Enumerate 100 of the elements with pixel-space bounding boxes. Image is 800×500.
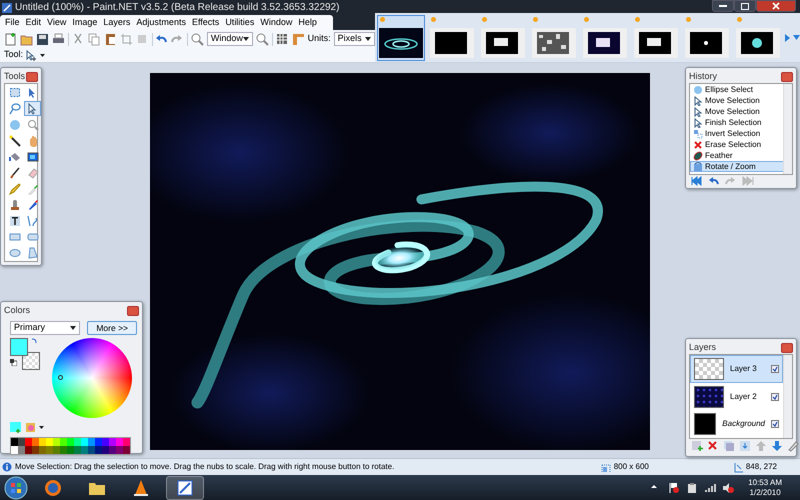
printer-button[interactable] xyxy=(52,32,65,46)
history-item[interactable]: Erase Selection xyxy=(690,139,786,150)
menu-item[interactable]: Help xyxy=(295,15,320,30)
palette-swatch[interactable] xyxy=(95,438,102,446)
clock-time[interactable]: 10:53 AM xyxy=(748,478,782,488)
palette-swatch[interactable] xyxy=(74,438,81,446)
image-thumbnail[interactable] xyxy=(479,14,527,60)
duplicate-layer-button[interactable] xyxy=(723,440,736,453)
menu-item[interactable]: Adjustments xyxy=(133,15,189,30)
layer-item[interactable]: Layer 3 xyxy=(690,355,783,383)
layer-item[interactable]: Layer 2 xyxy=(690,382,783,410)
image-thumbnail[interactable] xyxy=(734,14,782,60)
units-dropdown[interactable]: Pixels xyxy=(334,32,375,46)
palette-swatch[interactable] xyxy=(11,446,18,454)
palette-swatch[interactable] xyxy=(74,446,81,454)
palette-swatch[interactable] xyxy=(25,446,32,454)
palette-swatch[interactable] xyxy=(11,438,18,446)
merge-down-button[interactable] xyxy=(739,440,752,453)
speaker-muted-icon[interactable] xyxy=(722,482,734,494)
copy-button[interactable] xyxy=(88,32,101,46)
secondary-color-swatch[interactable] xyxy=(22,352,40,370)
palette-swatch[interactable] xyxy=(123,438,130,446)
palette-swatch[interactable] xyxy=(109,438,116,446)
palette-swatch[interactable] xyxy=(81,438,88,446)
menu-item[interactable]: View xyxy=(44,15,70,30)
palette-swatch[interactable] xyxy=(53,438,60,446)
close-button[interactable] xyxy=(756,0,796,12)
new-file-button[interactable] xyxy=(4,32,17,46)
palette-swatch[interactable] xyxy=(32,438,39,446)
grid-button[interactable] xyxy=(276,32,289,46)
swap-icon[interactable] xyxy=(31,338,37,344)
image-thumbnail[interactable] xyxy=(530,14,578,60)
menu-item[interactable]: Window xyxy=(257,15,296,30)
more-button[interactable]: More >> xyxy=(87,321,137,335)
history-item[interactable]: Rotate / Zoom xyxy=(690,161,786,172)
caret-icon[interactable] xyxy=(39,426,44,429)
layer-item[interactable]: Background xyxy=(690,410,783,438)
zoom-out-button[interactable] xyxy=(190,32,204,46)
minimize-button[interactable] xyxy=(712,0,734,12)
menu-item[interactable]: Utilities xyxy=(222,15,258,30)
menu-item[interactable]: Image xyxy=(69,15,100,30)
primary-color-swatch[interactable] xyxy=(10,338,28,356)
palette-swatch[interactable] xyxy=(39,438,46,446)
close-button[interactable] xyxy=(26,72,38,82)
add-layer-button[interactable] xyxy=(691,440,704,453)
history-item[interactable]: Invert Selection xyxy=(690,128,786,139)
rewind-button[interactable] xyxy=(691,175,704,188)
palette-swatch[interactable] xyxy=(18,438,25,446)
palette-swatch[interactable] xyxy=(60,446,67,454)
history-item[interactable]: Move Selection xyxy=(690,106,786,117)
reset-colors-icon[interactable] xyxy=(10,359,17,366)
move-down-button[interactable] xyxy=(771,440,784,453)
clock-date[interactable]: 1/2/2010 xyxy=(748,488,782,498)
palette-swatch[interactable] xyxy=(116,438,123,446)
palette-swatch[interactable] xyxy=(39,446,46,454)
image-thumbnail[interactable] xyxy=(377,14,425,60)
zoom-in-button[interactable] xyxy=(256,32,269,46)
palette-swatch[interactable] xyxy=(53,446,60,454)
palette-swatch[interactable] xyxy=(32,446,39,454)
tool-button[interactable] xyxy=(24,101,41,116)
close-button[interactable] xyxy=(781,342,793,352)
image-thumbnail[interactable] xyxy=(632,14,680,60)
palette-swatch[interactable] xyxy=(67,446,74,454)
flag-icon[interactable] xyxy=(668,482,680,494)
palette-swatch[interactable] xyxy=(25,438,32,446)
palette-swatch[interactable] xyxy=(60,438,67,446)
properties-button[interactable] xyxy=(787,440,800,453)
palette-swatch[interactable] xyxy=(116,446,123,454)
list-icon[interactable] xyxy=(793,35,800,40)
palette-swatch[interactable] xyxy=(109,446,116,454)
crop-button[interactable] xyxy=(120,32,133,46)
ruler-button[interactable] xyxy=(292,32,305,46)
wheel-marker[interactable] xyxy=(58,375,63,380)
palette-swatch[interactable] xyxy=(123,446,130,454)
start-button[interactable] xyxy=(4,476,28,500)
image-thumbnail[interactable] xyxy=(581,14,629,60)
history-item[interactable]: Feather xyxy=(690,150,786,161)
scroll-right-icon[interactable] xyxy=(785,34,790,42)
palette-swatch[interactable] xyxy=(46,438,53,446)
visibility-checkbox[interactable] xyxy=(771,420,779,428)
zoom-dropdown[interactable]: Window xyxy=(206,32,253,46)
color-mode-dropdown[interactable]: Primary xyxy=(10,321,80,335)
image-thumbnail[interactable] xyxy=(428,14,476,60)
maximize-button[interactable] xyxy=(734,0,756,12)
image-thumbnail[interactable] xyxy=(683,14,731,60)
history-item[interactable]: Ellipse Select xyxy=(690,84,786,95)
palette-swatch[interactable] xyxy=(88,446,95,454)
history-item[interactable]: Finish Selection xyxy=(690,117,786,128)
history-item[interactable]: Move Selection xyxy=(690,95,786,106)
close-button[interactable] xyxy=(127,306,139,316)
signal-icon[interactable] xyxy=(704,482,716,494)
menu-item[interactable]: Effects xyxy=(188,15,222,30)
palette-swatch[interactable] xyxy=(81,446,88,454)
palette-swatch[interactable] xyxy=(95,446,102,454)
clipboard-icon[interactable] xyxy=(686,482,698,494)
scrollbar[interactable] xyxy=(783,355,792,438)
tool-dropdown[interactable] xyxy=(26,50,46,60)
palette-swatch[interactable] xyxy=(18,446,25,454)
palette-swatch[interactable] xyxy=(46,446,53,454)
palette-swatch[interactable] xyxy=(67,438,74,446)
